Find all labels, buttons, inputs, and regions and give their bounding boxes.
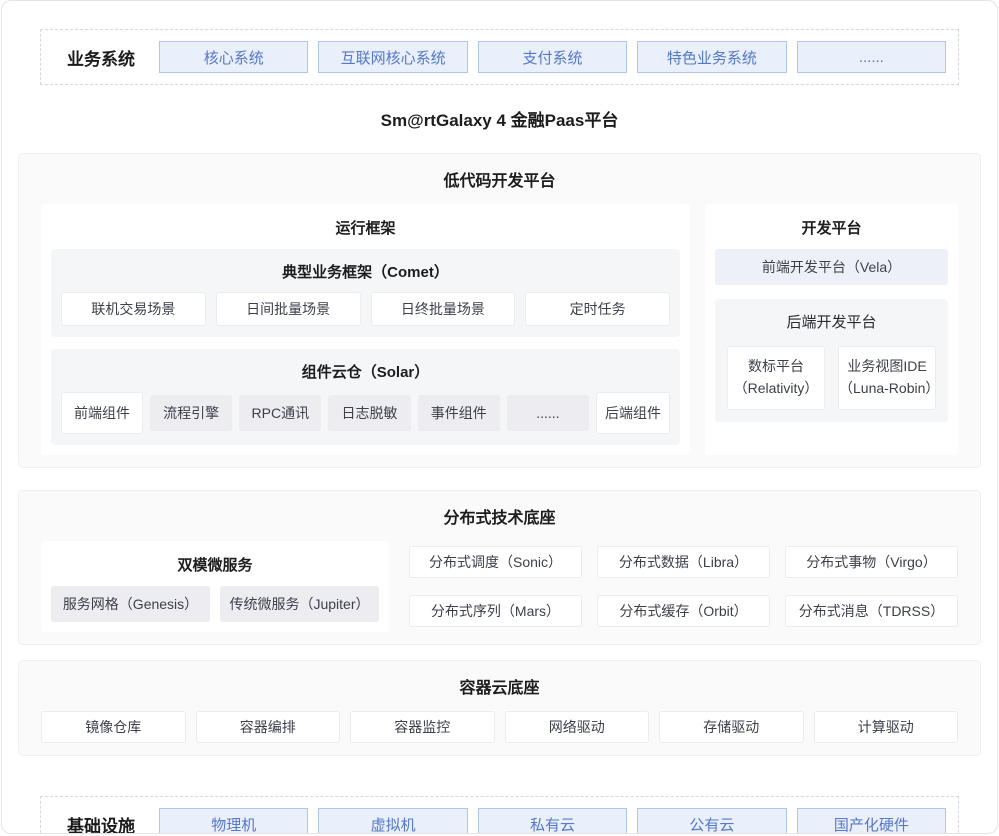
- container-base-panel: 容器云底座 镜像仓库 容器编排 容器监控 网络驱动 存储驱动 计算驱动: [18, 660, 981, 756]
- block-distributed-transaction-virgo: 分布式事物（Virgo）: [785, 546, 958, 578]
- block-physical-machine: 物理机: [159, 808, 308, 834]
- dev-platform-card: 开发平台 前端开发平台（Vela） 后端开发平台 数标平台 （Relativit…: [705, 204, 958, 455]
- container-base-title: 容器云底座: [41, 674, 958, 698]
- distributed-base-title: 分布式技术底座: [41, 504, 958, 528]
- block-business-view-ide-luna-robin: 业务视图IDE （Luna-Robin）: [838, 346, 936, 410]
- block-container-orchestration: 容器编排: [196, 711, 341, 743]
- block-online-transaction: 联机交易场景: [61, 292, 206, 326]
- block-rpc-comm: RPC通讯: [239, 395, 321, 431]
- low-code-platform-title: 低代码开发平台: [41, 167, 958, 191]
- block-more-systems: ......: [797, 41, 946, 73]
- distributed-base-panel: 分布式技术底座 双模微服务 服务网格（Genesis） 传统微服务（Jupite…: [18, 490, 981, 645]
- dual-mode-title: 双模微服务: [51, 554, 379, 575]
- block-storage-driver: 存储驱动: [659, 711, 804, 743]
- block-traditional-microservice-jupiter: 传统微服务（Jupiter）: [220, 586, 379, 622]
- low-code-platform-body: 运行框架 典型业务框架（Comet） 联机交易场景 日间批量场景 日终批量场景 …: [41, 204, 958, 455]
- block-distributed-message-tdrss: 分布式消息（TDRSS）: [785, 595, 958, 627]
- backend-dev-platform-blocks: 数标平台 （Relativity） 业务视图IDE （Luna-Robin）: [727, 346, 936, 410]
- block-distributed-cache-orbit: 分布式缓存（Orbit）: [597, 595, 770, 627]
- block-backend-component: 后端组件: [596, 392, 670, 434]
- low-code-platform-panel: 低代码开发平台 运行框架 典型业务框架（Comet） 联机交易场景 日间批量场景…: [18, 153, 981, 468]
- component-cloud-title: 组件云仓（Solar）: [61, 361, 670, 382]
- block-public-cloud: 公有云: [637, 808, 786, 834]
- distributed-base-body: 双模微服务 服务网格（Genesis） 传统微服务（Jupiter） 分布式调度…: [41, 541, 958, 632]
- block-log-masking: 日志脱敏: [328, 395, 410, 431]
- business-systems-row: 业务系统 核心系统 互联网核心系统 支付系统 特色业务系统 ......: [40, 29, 959, 85]
- block-more-components: ......: [507, 395, 589, 431]
- block-data-standard-platform-relativity: 数标平台 （Relativity）: [727, 346, 825, 410]
- container-base-blocks: 镜像仓库 容器编排 容器监控 网络驱动 存储驱动 计算驱动: [41, 711, 958, 743]
- block-special-business-system: 特色业务系统: [637, 41, 786, 73]
- block-distributed-data-libra: 分布式数据（Libra）: [597, 546, 770, 578]
- block-image-registry: 镜像仓库: [41, 711, 186, 743]
- block-label-line: （Luna-Robin）: [839, 378, 935, 400]
- business-framework-title: 典型业务框架（Comet）: [61, 261, 670, 282]
- block-internet-core-system: 互联网核心系统: [318, 41, 467, 73]
- business-systems-label: 业务系统: [53, 45, 149, 70]
- block-network-driver: 网络驱动: [505, 711, 650, 743]
- component-cloud-box: 组件云仓（Solar） 前端组件 流程引擎 RPC通讯 日志脱敏 事件组件 ..…: [51, 349, 680, 445]
- backend-dev-platform-box: 后端开发平台 数标平台 （Relativity） 业务视图IDE （Luna-R…: [715, 299, 948, 422]
- business-framework-box: 典型业务框架（Comet） 联机交易场景 日间批量场景 日终批量场景 定时任务: [51, 249, 680, 337]
- block-core-system: 核心系统: [159, 41, 308, 73]
- component-cloud-blocks: 前端组件 流程引擎 RPC通讯 日志脱敏 事件组件 ...... 后端组件: [61, 392, 670, 434]
- block-compute-driver: 计算驱动: [814, 711, 959, 743]
- block-private-cloud: 私有云: [478, 808, 627, 834]
- business-framework-blocks: 联机交易场景 日间批量场景 日终批量场景 定时任务: [61, 292, 670, 326]
- block-payment-system: 支付系统: [478, 41, 627, 73]
- block-frontend-component: 前端组件: [61, 392, 143, 434]
- block-label-line: 数标平台: [748, 356, 804, 378]
- block-domestic-hardware: 国产化硬件: [797, 808, 946, 834]
- backend-dev-platform-title: 后端开发平台: [727, 311, 936, 332]
- dual-mode-blocks: 服务网格（Genesis） 传统微服务（Jupiter）: [51, 586, 379, 622]
- block-eod-batch: 日终批量场景: [371, 292, 516, 326]
- block-service-mesh-genesis: 服务网格（Genesis）: [51, 586, 210, 622]
- block-virtual-machine: 虚拟机: [318, 808, 467, 834]
- dev-platform-title: 开发平台: [715, 217, 948, 238]
- runtime-framework-title: 运行框架: [51, 217, 680, 238]
- block-frontend-dev-platform-vela: 前端开发平台（Vela）: [715, 249, 948, 285]
- block-intraday-batch: 日间批量场景: [216, 292, 361, 326]
- block-label-line: （Relativity）: [734, 378, 819, 400]
- infrastructure-row: 基础设施 物理机 虚拟机 私有云 公有云 国产化硬件: [40, 796, 959, 834]
- block-event-component: 事件组件: [418, 395, 500, 431]
- infrastructure-label: 基础设施: [53, 812, 149, 835]
- block-label-line: 业务视图IDE: [847, 356, 926, 378]
- block-container-monitoring: 容器监控: [350, 711, 495, 743]
- runtime-framework-card: 运行框架 典型业务框架（Comet） 联机交易场景 日间批量场景 日终批量场景 …: [41, 204, 690, 455]
- block-distributed-scheduling-sonic: 分布式调度（Sonic）: [409, 546, 582, 578]
- block-process-engine: 流程引擎: [150, 395, 232, 431]
- architecture-diagram: 业务系统 核心系统 互联网核心系统 支付系统 特色业务系统 ...... Sm@…: [1, 0, 998, 834]
- block-distributed-sequence-mars: 分布式序列（Mars）: [409, 595, 582, 627]
- dual-mode-microservice-card: 双模微服务 服务网格（Genesis） 传统微服务（Jupiter）: [41, 541, 389, 632]
- page-title: Sm@rtGalaxy 4 金融Paas平台: [2, 106, 997, 131]
- block-scheduled-task: 定时任务: [525, 292, 670, 326]
- distributed-services-grid: 分布式调度（Sonic） 分布式数据（Libra） 分布式事物（Virgo） 分…: [409, 541, 958, 632]
